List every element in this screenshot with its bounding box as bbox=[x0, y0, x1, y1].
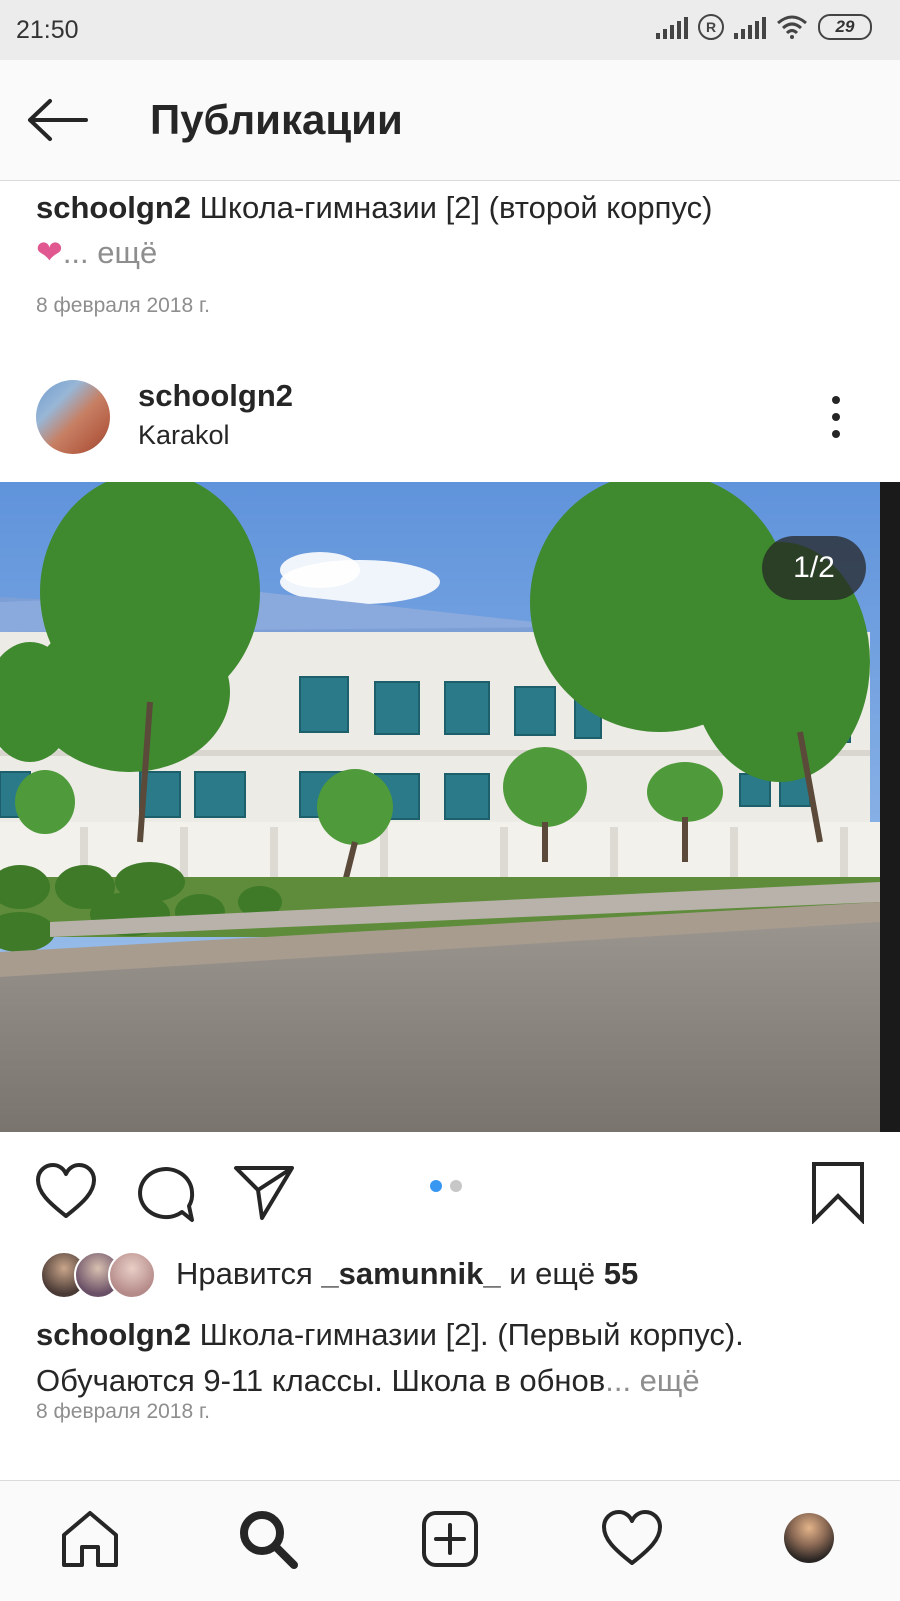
carousel-dot bbox=[450, 1180, 462, 1192]
heart-icon[interactable] bbox=[34, 1160, 98, 1224]
heart-emoji: ❤ bbox=[36, 234, 63, 270]
likes-mid: и ещё bbox=[500, 1256, 604, 1291]
arrow-left-icon[interactable] bbox=[26, 95, 90, 145]
post-date: 8 февраля 2018 г. bbox=[36, 1400, 210, 1423]
bookmark-icon[interactable] bbox=[806, 1160, 870, 1224]
send-icon[interactable] bbox=[232, 1160, 296, 1224]
carousel-counter: 1/2 bbox=[762, 536, 866, 600]
likes-prefix: Нравится bbox=[176, 1256, 322, 1291]
caption-text: Школа-гимназии [2] (второй корпус) bbox=[191, 190, 713, 225]
comment-icon[interactable] bbox=[134, 1160, 198, 1224]
caption-username[interactable]: schoolgn2 bbox=[36, 1317, 191, 1352]
page-title: Публикации bbox=[150, 96, 403, 143]
caption-more-link[interactable]: ... ещё bbox=[63, 235, 157, 270]
add-icon[interactable] bbox=[418, 1507, 482, 1571]
liked-by-avatars[interactable] bbox=[40, 1250, 156, 1300]
caption-more-link[interactable]: ... ещё bbox=[605, 1363, 699, 1398]
avatar bbox=[108, 1251, 156, 1299]
home-icon[interactable] bbox=[58, 1507, 122, 1571]
signal-icon-2 bbox=[734, 15, 766, 39]
signal-icon bbox=[656, 15, 688, 39]
previous-post-caption: schoolgn2 Школа-гимназии [2] (второй кор… bbox=[36, 186, 876, 275]
likes-username[interactable]: _samunnik_ bbox=[321, 1256, 500, 1291]
activity-heart-icon[interactable] bbox=[600, 1507, 664, 1571]
roaming-icon: R bbox=[698, 14, 724, 40]
likes-count[interactable]: 55 bbox=[604, 1256, 638, 1291]
battery-indicator: 29 bbox=[818, 14, 872, 40]
previous-post-date: 8 февраля 2018 г. bbox=[36, 294, 210, 317]
wifi-icon bbox=[777, 15, 807, 39]
avatar[interactable] bbox=[36, 380, 110, 454]
search-icon[interactable] bbox=[236, 1507, 300, 1571]
caption-username[interactable]: schoolgn2 bbox=[36, 190, 191, 225]
post-caption: schoolgn2 Школа-гимназии [2]. (Первый ко… bbox=[36, 1312, 876, 1404]
status-bar: 21:50 R 29 bbox=[0, 0, 900, 60]
status-icons: R 29 bbox=[656, 14, 872, 40]
carousel-dot-active bbox=[430, 1180, 442, 1192]
post-location[interactable]: Karakol bbox=[138, 420, 230, 451]
bottom-nav bbox=[0, 1480, 900, 1601]
more-vertical-icon[interactable] bbox=[830, 396, 842, 438]
top-app-bar: Публикации bbox=[0, 60, 900, 181]
likes-summary[interactable]: Нравится _samunnik_ и ещё 55 bbox=[176, 1256, 638, 1292]
status-time: 21:50 bbox=[16, 16, 79, 44]
post-username[interactable]: schoolgn2 bbox=[138, 378, 293, 414]
carousel-dots bbox=[430, 1180, 462, 1192]
profile-avatar[interactable] bbox=[784, 1513, 834, 1563]
